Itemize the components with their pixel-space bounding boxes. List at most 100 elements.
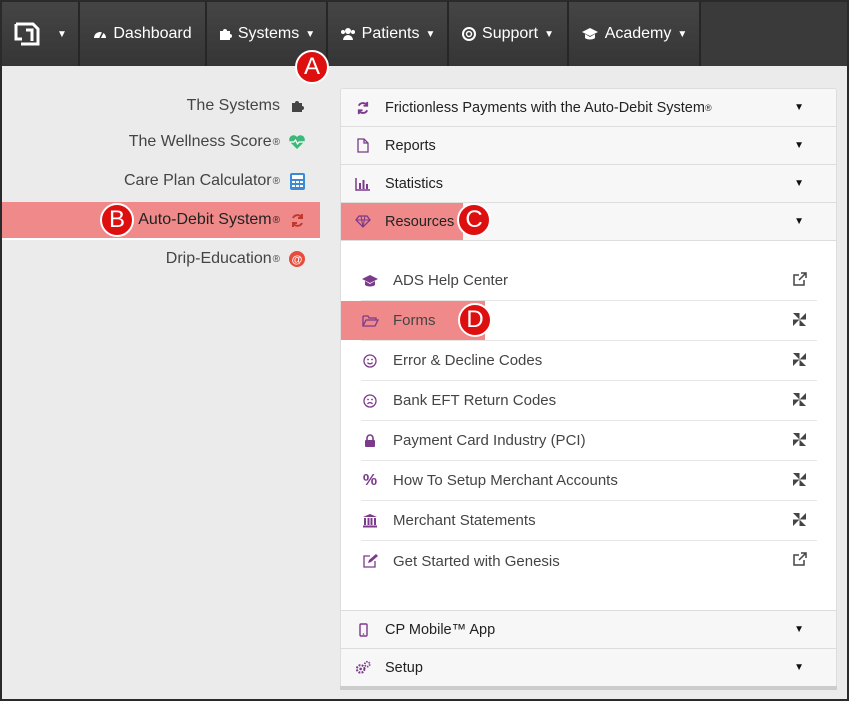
accordion-resources[interactable]: Resources ▼ [341,203,836,241]
sidebar-item-care-plan-calculator[interactable]: Care Plan Calculator ® [2,163,320,199]
mobile-icon [355,622,371,637]
sidebar-item-label: The Systems [186,97,280,114]
logo-menu[interactable]: ▼ [2,2,80,66]
file-icon [355,138,371,153]
bank-icon [361,513,379,528]
sidebar: The Systems The Wellness Score ® Care Pla… [2,66,320,699]
nav-academy[interactable]: Academy ▼ [569,2,701,66]
chevron-down-icon: ▼ [305,28,316,40]
accordion-reports[interactable]: Reports ▼ [341,127,836,165]
chevron-down-icon: ▼ [544,28,554,40]
chevron-down-icon: ▼ [425,28,436,40]
resource-label: Forms [393,312,436,329]
resource-merchant-statements[interactable]: Merchant Statements [361,501,817,541]
nav-academy-label: Academy [604,25,672,42]
bar-chart-icon [355,177,371,191]
puzzle-icon [288,99,306,113]
at-sign-icon: @ [288,251,306,267]
accordion-frictionless-payments[interactable]: Frictionless Payments with the Auto-Debi… [341,89,836,127]
sidebar-item-label: Care Plan Calculator [124,172,272,189]
resource-label: Get Started with Genesis [393,552,560,570]
registered-mark: ® [272,253,280,265]
external-link-icon [793,552,807,570]
nav-support[interactable]: Support ▼ [449,2,569,66]
lock-icon [361,433,379,448]
annotation-badge-d: D [458,303,492,337]
resource-label: Merchant Statements [393,512,536,529]
nav-patients[interactable]: Patients ▼ [328,2,449,66]
pinwheel-icon [792,472,807,491]
registered-mark: ® [272,214,280,226]
accordion-label: Statistics [385,175,444,192]
caret-down-icon: ▼ [794,216,804,227]
lifering-icon [462,27,477,41]
resource-get-started-genesis[interactable]: Get Started with Genesis [361,541,817,581]
calculator-icon [288,172,306,190]
resource-label: Payment Card Industry (PCI) [393,432,586,449]
registered-mark: ® [272,175,280,187]
resource-label: Error & Decline Codes [393,352,543,369]
sidebar-item-the-systems[interactable]: The Systems [2,88,320,124]
nav-support-label: Support [482,25,539,42]
caret-down-icon: ▼ [794,662,804,673]
external-link-icon [793,272,807,290]
smile-icon [361,353,379,368]
registered-mark: ® [272,136,280,148]
pinwheel-icon [792,512,807,531]
brand-logo-icon [14,22,40,46]
accordion-setup[interactable]: Setup ▼ [341,649,836,687]
puzzle-icon [219,29,232,40]
users-icon [340,28,355,40]
accordion-statistics[interactable]: Statistics ▼ [341,165,836,203]
refresh-icon [288,213,306,228]
gears-icon [355,660,371,675]
accordion-cp-mobile-app[interactable]: CP Mobile™ App ▼ [341,611,836,649]
caret-down-icon: ▼ [794,140,804,151]
resource-ads-help-center[interactable]: ADS Help Center [361,261,817,301]
graduation-cap-icon [581,28,598,40]
pinwheel-icon [792,312,807,331]
nav-dashboard[interactable]: Dashboard [80,2,207,66]
caret-down-icon: ▼ [794,178,804,189]
accordion-label: Resources [385,213,455,230]
resource-error-decline-codes[interactable]: Error & Decline Codes [361,341,817,381]
app-window: ▼ Dashboard Systems ▼ Patients ▼ Support… [0,0,849,701]
caret-down-icon: ▼ [794,102,804,113]
resource-pci[interactable]: Payment Card Industry (PCI) [361,421,817,461]
sidebar-item-drip-education[interactable]: Drip-Education ® @ [2,241,320,277]
graduation-cap-icon [361,274,379,288]
resource-merchant-accounts[interactable]: % How To Setup Merchant Accounts [361,461,817,501]
sidebar-item-label: Auto-Debit System [138,211,272,228]
accordion-label: CP Mobile™ App [385,621,496,638]
chevron-down-icon: ▼ [57,28,67,40]
resource-bank-eft-return-codes[interactable]: Bank EFT Return Codes [361,381,817,421]
heartbeat-icon [288,134,306,150]
nav-patients-label: Patients [361,25,420,42]
edit-icon [361,554,379,568]
accordion-label: Frictionless Payments with the Auto-Debi… [385,99,705,116]
svg-text:@: @ [292,254,303,266]
accordion-label: Reports [385,137,436,154]
accordion-label: Setup [385,659,423,676]
main-panel: Frictionless Payments with the Auto-Debi… [340,88,837,690]
panel-bottom-strip [340,686,837,690]
chevron-down-icon: ▼ [677,28,688,40]
sidebar-item-label: The Wellness Score [128,133,272,150]
percent-icon: % [362,471,378,489]
resource-forms[interactable]: Forms [341,301,817,341]
sidebar-item-label: Drip-Education [165,250,272,267]
resources-list: ADS Help Center Forms Error & Decline Co… [341,241,836,611]
sidebar-item-auto-debit-system[interactable]: Auto-Debit System ® [2,202,320,238]
frown-icon [361,393,379,408]
annotation-badge-a: A [295,50,329,84]
resource-label: How To Setup Merchant Accounts [393,472,618,489]
nav-systems-label: Systems [237,25,300,42]
pinwheel-icon [792,352,807,371]
resource-label: Bank EFT Return Codes [393,392,557,409]
pinwheel-icon [792,432,807,451]
sidebar-item-wellness-score[interactable]: The Wellness Score ® [2,124,320,160]
resource-label: ADS Help Center [393,272,509,289]
dashboard-icon [94,31,107,39]
caret-down-icon: ▼ [794,624,804,635]
top-navbar: ▼ Dashboard Systems ▼ Patients ▼ Support… [2,2,847,66]
